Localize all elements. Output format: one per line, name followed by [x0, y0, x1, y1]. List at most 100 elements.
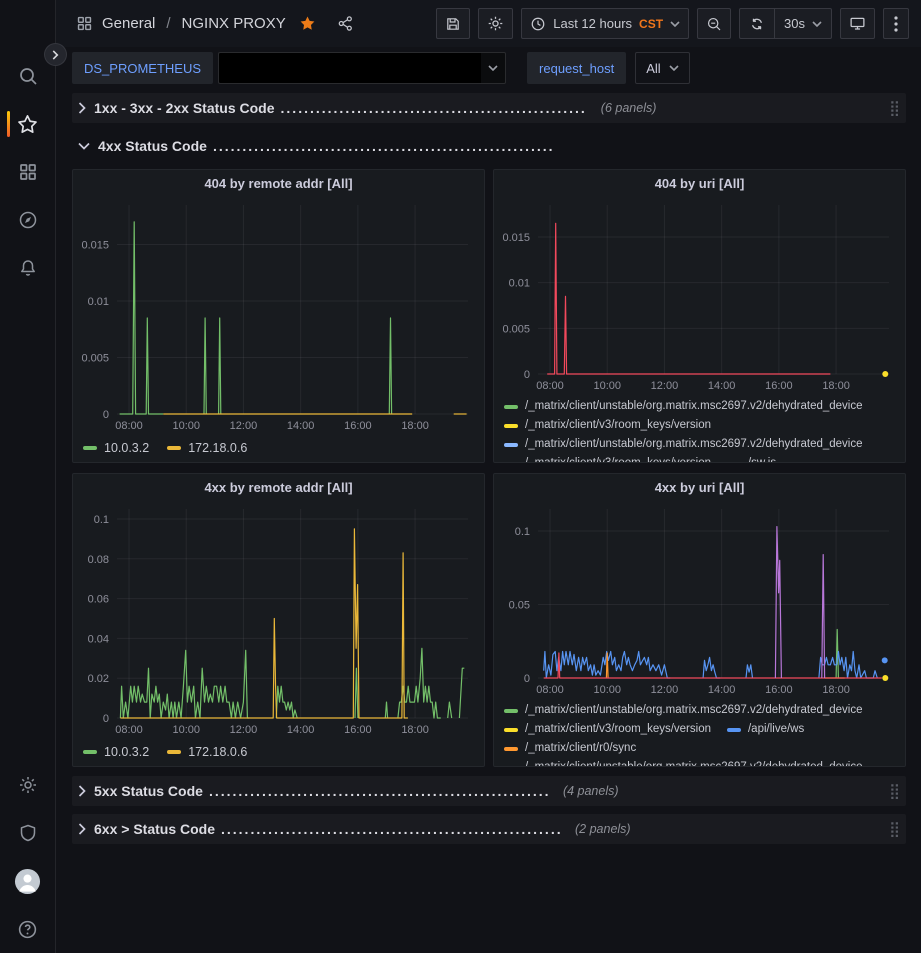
legend-label: 172.18.0.6 — [188, 743, 247, 762]
time-range-picker[interactable]: Last 12 hours CST — [521, 8, 689, 39]
row-drag-handle[interactable]: ⣿ — [889, 822, 900, 837]
row-panel-count: (6 panels) — [601, 101, 657, 115]
zoom-out-time-button[interactable] — [697, 8, 731, 39]
dashboard-settings-button[interactable] — [478, 8, 513, 39]
legend-label: /_matrix/client/unstable/org.matrix.msc2… — [525, 701, 863, 720]
legend-item[interactable]: /_matrix/client/v3/room_keys/version — [504, 454, 711, 462]
sidebar-item-explore[interactable] — [0, 196, 55, 244]
refresh-interval-dropdown[interactable]: 30s — [774, 9, 831, 38]
svg-text:0.1: 0.1 — [94, 514, 109, 526]
help-question-icon — [17, 919, 38, 940]
svg-text:0.005: 0.005 — [81, 353, 109, 365]
legend-item[interactable]: 172.18.0.6 — [167, 743, 247, 762]
panel-title[interactable]: 4xx by remote addr [All] — [73, 474, 484, 502]
compass-icon — [18, 210, 38, 230]
breadcrumb-dashboard-title[interactable]: NGINX PROXY — [182, 15, 286, 32]
chevron-right-icon — [78, 102, 86, 114]
panel-grid: 404 by remote addr [All] 08:0010:0012:00… — [72, 169, 906, 767]
variable-selected-value: All — [646, 61, 660, 76]
variable-value-ds-prometheus[interactable] — [218, 52, 506, 84]
row-1xx-3xx-2xx[interactable]: 1xx - 3xx - 2xx Status Code ............… — [72, 93, 906, 123]
gear-icon — [487, 15, 504, 32]
legend-item[interactable]: 10.0.3.2 — [83, 743, 149, 762]
legend-item[interactable]: /sw.js — [727, 454, 776, 462]
breadcrumb-separator: / — [164, 15, 172, 32]
svg-text:0.015: 0.015 — [81, 240, 109, 252]
legend-item[interactable]: /_matrix/client/unstable/org.matrix.msc2… — [504, 758, 863, 766]
row-5xx[interactable]: 5xx Status Code ........................… — [72, 776, 906, 806]
chart-canvas[interactable]: 08:0010:0012:0014:0016:0018:0000.0050.01… — [73, 198, 484, 434]
dashboard-variables-bar: DS_PROMETHEUS request_host All — [56, 47, 921, 89]
sidebar-item-alerting[interactable] — [0, 244, 55, 292]
panel-title[interactable]: 4xx by uri [All] — [494, 474, 905, 502]
legend-item[interactable]: /api/live/ws — [727, 720, 804, 739]
legend-label: /_matrix/client/r0/sync — [525, 739, 636, 758]
svg-text:08:00: 08:00 — [115, 420, 143, 432]
sidebar-item-dashboards[interactable] — [0, 148, 55, 196]
svg-text:10:00: 10:00 — [593, 684, 621, 696]
legend-label: /api/live/ws — [748, 720, 804, 739]
legend-item[interactable]: 10.0.3.2 — [83, 439, 149, 458]
legend-swatch — [727, 728, 741, 732]
more-options-button[interactable] — [883, 8, 909, 39]
time-range-label: Last 12 hours — [553, 16, 632, 31]
legend-label: /_matrix/client/unstable/org.matrix.msc2… — [525, 397, 863, 416]
row-6xx[interactable]: 6xx > Status Code ......................… — [72, 814, 906, 844]
row-dots: ........................................… — [213, 138, 553, 154]
cycle-view-mode-button[interactable] — [840, 8, 875, 39]
clock-icon — [530, 16, 546, 32]
legend-item[interactable]: 172.18.0.6 — [167, 439, 247, 458]
variable-label-request-host[interactable]: request_host — [527, 52, 626, 84]
legend-item[interactable]: /_matrix/client/v3/room_keys/version — [504, 720, 711, 739]
redacted-value — [219, 53, 481, 83]
svg-text:0: 0 — [524, 673, 530, 685]
svg-text:12:00: 12:00 — [651, 380, 679, 392]
sidebar-item-starred[interactable] — [0, 100, 55, 148]
chevron-down-icon — [812, 21, 822, 27]
panel-404-by-uri: 404 by uri [All] 08:0010:0012:0014:0016:… — [493, 169, 906, 463]
svg-text:16:00: 16:00 — [344, 724, 372, 736]
svg-text:10:00: 10:00 — [172, 724, 200, 736]
share-icon[interactable] — [337, 15, 354, 32]
legend-item[interactable]: /_matrix/client/v3/room_keys/version — [504, 416, 711, 435]
refresh-button[interactable] — [740, 9, 774, 38]
row-drag-handle[interactable]: ⣿ — [889, 784, 900, 799]
search-icon — [18, 66, 38, 86]
sidebar-item-configuration[interactable] — [0, 761, 55, 809]
chart-canvas[interactable]: 08:0010:0012:0014:0016:0018:0000.050.1 — [494, 502, 905, 698]
svg-text:14:00: 14:00 — [287, 724, 315, 736]
chart-canvas[interactable]: 08:0010:0012:0014:0016:0018:0000.0050.01… — [494, 198, 905, 394]
chevron-right-icon — [51, 49, 60, 61]
save-dashboard-button[interactable] — [436, 8, 470, 39]
row-4xx[interactable]: 4xx Status Code ........................… — [72, 131, 906, 161]
svg-text:14:00: 14:00 — [708, 380, 736, 392]
svg-text:0.08: 0.08 — [88, 554, 109, 566]
timezone-label: CST — [639, 17, 663, 31]
svg-text:0.1: 0.1 — [515, 526, 530, 538]
legend-item[interactable]: /_matrix/client/unstable/org.matrix.msc2… — [504, 435, 863, 454]
panel-legend: 10.0.3.2 172.18.0.6 — [73, 434, 484, 462]
legend-item[interactable]: /_matrix/client/unstable/org.matrix.msc2… — [504, 397, 863, 416]
panel-4xx-by-remote-addr: 4xx by remote addr [All] 08:0010:0012:00… — [72, 473, 485, 767]
row-drag-handle[interactable]: ⣿ — [889, 101, 900, 116]
chart-canvas[interactable]: 08:0010:0012:0014:0016:0018:0000.020.040… — [73, 502, 484, 738]
svg-text:14:00: 14:00 — [287, 420, 315, 432]
sidebar-item-profile[interactable] — [0, 857, 55, 905]
legend-swatch — [167, 750, 181, 754]
variable-value-request-host[interactable]: All — [635, 52, 689, 84]
svg-text:10:00: 10:00 — [593, 380, 621, 392]
sidebar-item-help[interactable] — [0, 905, 55, 953]
legend-swatch — [83, 750, 97, 754]
dashboards-grid-icon — [18, 162, 38, 182]
variable-label-ds-prometheus[interactable]: DS_PROMETHEUS — [72, 52, 213, 84]
sidebar-item-server-admin[interactable] — [0, 809, 55, 857]
panel-title[interactable]: 404 by uri [All] — [494, 170, 905, 198]
row-panel-count: (2 panels) — [575, 822, 631, 836]
legend-item[interactable]: /_matrix/client/unstable/org.matrix.msc2… — [504, 701, 863, 720]
favorite-star-icon[interactable] — [299, 15, 316, 32]
monitor-icon — [849, 15, 866, 32]
sidebar-expand-button[interactable] — [44, 43, 67, 66]
breadcrumb-section[interactable]: General — [102, 15, 155, 32]
panel-title[interactable]: 404 by remote addr [All] — [73, 170, 484, 198]
legend-item[interactable]: /_matrix/client/r0/sync — [504, 739, 636, 758]
